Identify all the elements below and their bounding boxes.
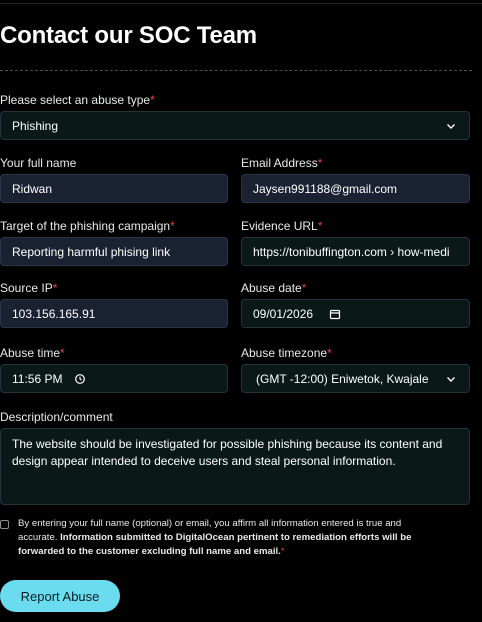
abuse-time-input[interactable]: 11:56 PM	[0, 364, 228, 393]
chevron-down-icon	[447, 123, 455, 129]
full-name-label: Your full name	[0, 156, 77, 170]
top-divider	[0, 3, 482, 4]
abuse-time-value: 11:56 PM	[12, 371, 63, 386]
abuse-date-input[interactable]: 09/01/2026	[241, 299, 470, 328]
abuse-type-select[interactable]: Phishing	[0, 111, 470, 140]
abuse-time-label: Abuse time*	[0, 346, 65, 360]
abuse-timezone-select[interactable]: (GMT -12:00) Eniwetok, Kwajale	[241, 364, 470, 393]
clock-icon[interactable]	[74, 373, 86, 385]
source-ip-input[interactable]: 103.156.165.91	[0, 299, 228, 328]
page-title: Contact our SOC Team	[0, 22, 257, 49]
description-label: Description/comment	[0, 410, 113, 424]
email-input[interactable]: Jaysen991188@gmail.com	[241, 174, 470, 203]
consent-bold-text: Information submitted to DigitalOcean pe…	[18, 532, 412, 557]
abuse-type-label: Please select an abuse type*	[0, 93, 155, 107]
abuse-date-value: 09/01/2026	[253, 306, 314, 321]
abuse-type-value: Phishing	[12, 118, 59, 133]
soc-contact-page: Contact our SOC Team Please select an ab…	[0, 0, 482, 622]
consent-text: By entering your full name (optional) or…	[18, 517, 438, 559]
consent-required-mark: *	[280, 546, 285, 557]
email-label: Email Address*	[241, 156, 323, 170]
source-ip-label: Source IP*	[0, 281, 58, 295]
chevron-down-icon	[447, 376, 455, 382]
target-value: Reporting harmful phising link	[12, 244, 171, 259]
description-textarea[interactable]: The website should be investigated for p…	[0, 428, 470, 505]
evidence-url-input[interactable]: https://tonibuffington.com › how-medi	[241, 237, 470, 266]
consent-checkbox[interactable]	[0, 520, 9, 529]
evidence-url-label: Evidence URL*	[241, 219, 323, 233]
calendar-icon[interactable]	[329, 308, 341, 320]
evidence-url-value: https://tonibuffington.com › how-medi	[253, 244, 450, 259]
target-label: Target of the phishing campaign*	[0, 219, 175, 233]
abuse-timezone-label: Abuse timezone*	[241, 346, 332, 360]
target-input[interactable]: Reporting harmful phising link	[0, 237, 228, 266]
full-name-input[interactable]: Ridwan	[0, 174, 228, 203]
source-ip-value: 103.156.165.91	[12, 306, 96, 321]
abuse-date-label: Abuse date*	[241, 281, 307, 295]
report-abuse-button[interactable]: Report Abuse	[0, 580, 120, 612]
title-divider	[0, 70, 472, 71]
email-value: Jaysen991188@gmail.com	[253, 181, 398, 196]
abuse-timezone-value: (GMT -12:00) Eniwetok, Kwajale	[256, 371, 429, 386]
full-name-value: Ridwan	[12, 181, 53, 196]
